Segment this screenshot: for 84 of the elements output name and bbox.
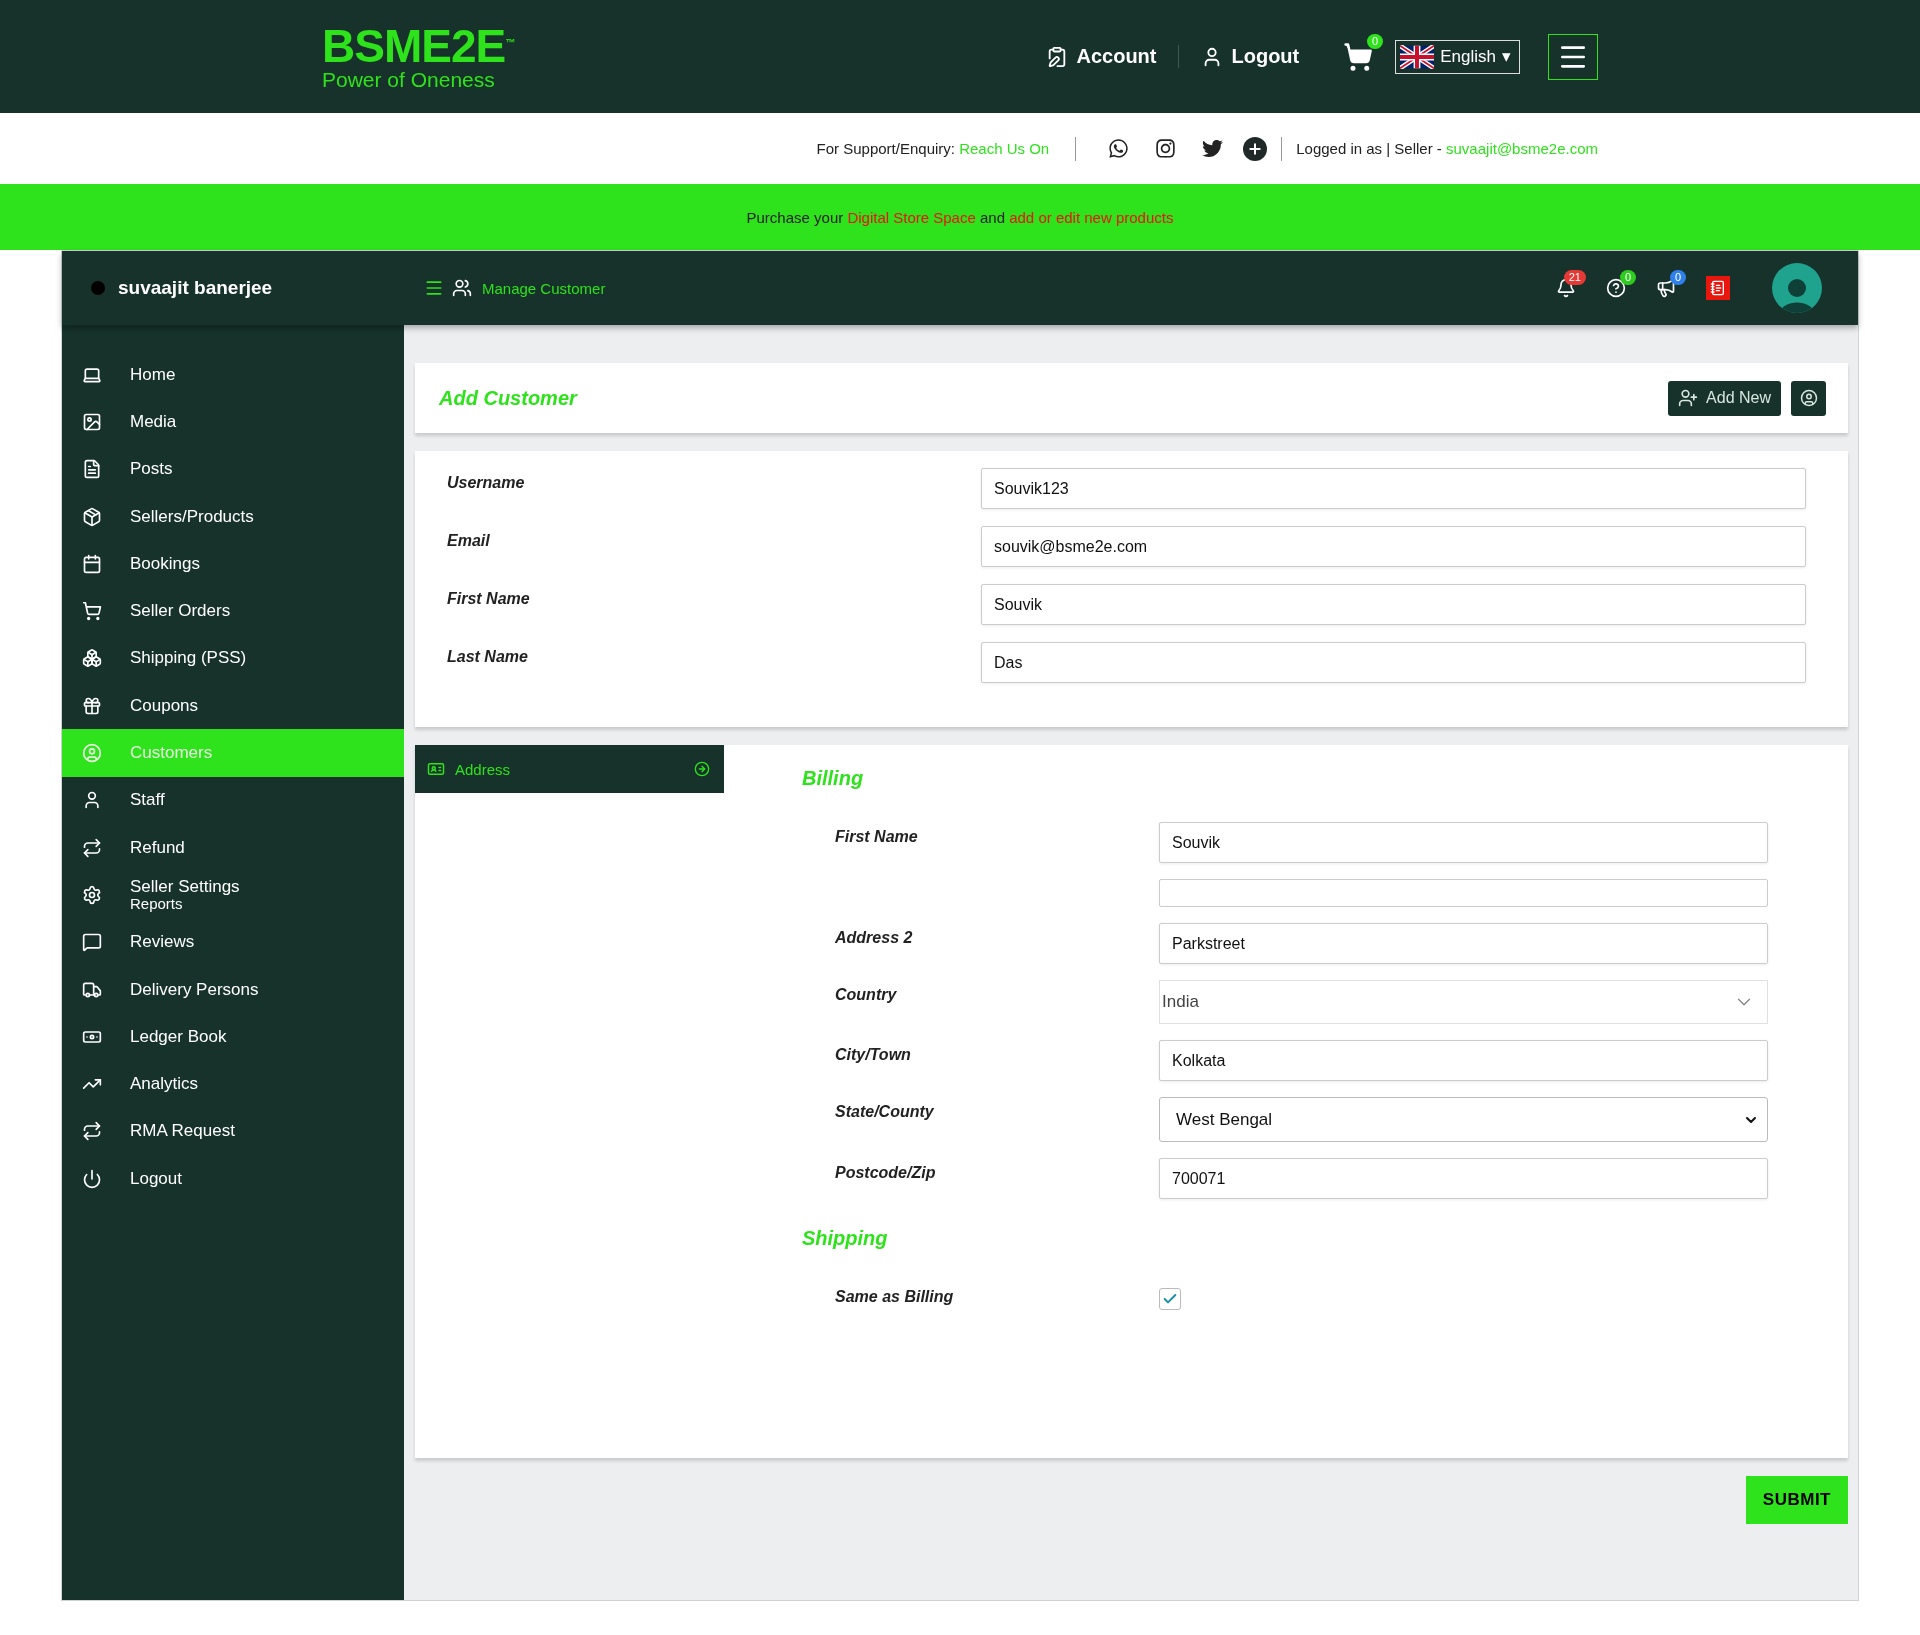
sidebar-item[interactable]: Refund	[62, 823, 404, 872]
promo-text: Purchase your Digital Store Space and add or edit new products	[746, 208, 1174, 226]
input-field[interactable]: 700071	[1159, 1158, 1768, 1199]
sidebar-item[interactable]: Bookings	[62, 540, 404, 588]
add-new-button[interactable]: Add New	[1668, 380, 1781, 416]
user-name: suvaajit banerjee	[118, 277, 274, 299]
menu-label: Reports	[130, 895, 183, 912]
count-badge: 21	[1563, 270, 1586, 286]
sidebar-item[interactable]: Home	[62, 351, 404, 399]
help-icon[interactable]	[1606, 278, 1626, 298]
sidebar-item[interactable]: Media	[62, 398, 404, 446]
field-label: Same as Billing	[835, 1288, 955, 1306]
input-field[interactable]: Kolkata	[1159, 1040, 1768, 1081]
sidebar-item[interactable]: Seller Settings Reports	[62, 871, 404, 919]
address-tab[interactable]: Address	[415, 745, 724, 793]
sidebar-item[interactable]: Ledger Book	[62, 1013, 404, 1061]
field-label: Address 2	[835, 928, 914, 947]
sidebar-item[interactable]: Logout	[62, 1155, 404, 1203]
field-label: City/Town	[835, 1045, 912, 1064]
cart-icon[interactable]	[1343, 41, 1374, 72]
camera-icon[interactable]	[1155, 138, 1177, 159]
menu-button[interactable]	[1548, 33, 1598, 80]
field-label: Username	[447, 473, 526, 492]
sidebar-item[interactable]: Seller Orders	[62, 587, 404, 635]
sidebar-item[interactable]: Analytics	[62, 1060, 404, 1108]
input-field[interactable]: souvik@bsme2e.com	[981, 526, 1806, 567]
country-dropdown[interactable]: India	[1159, 980, 1768, 1024]
nav-link[interactable]: Account	[1046, 45, 1180, 68]
megaphone-icon[interactable]	[1656, 278, 1676, 298]
menu-label: Seller Settings	[130, 878, 240, 896]
chat-bubble-icon[interactable]	[1108, 138, 1130, 159]
menu-icon[interactable]	[424, 278, 444, 298]
profile-button[interactable]	[1791, 380, 1826, 416]
id-card-icon	[427, 760, 445, 778]
sidebar-item[interactable]: Posts	[62, 445, 404, 493]
sidebar-item[interactable]: Delivery Persons	[62, 965, 404, 1014]
section-title: Billing	[802, 767, 865, 790]
sidebar-item[interactable]: RMA Request	[62, 1107, 404, 1156]
page-title: Add Customer	[439, 386, 577, 410]
arrow-circle-icon	[694, 761, 710, 777]
plus-icon[interactable]	[1243, 136, 1268, 161]
cart-icon	[82, 601, 104, 622]
section-title: Shipping	[802, 1227, 889, 1250]
field-label: First Name	[835, 827, 919, 846]
input-field[interactable]: Souvik	[981, 584, 1806, 625]
speech-bubble-icon	[82, 932, 104, 953]
state-dropdown[interactable]: West Bengal	[1159, 1097, 1768, 1142]
count-badge: 0	[1619, 270, 1636, 286]
breadcrumb-link[interactable]: Manage Customer	[482, 279, 606, 297]
flag-icon	[1400, 44, 1435, 69]
support-text: For Support/Enquiry: Reach Us On	[816, 140, 1050, 157]
user-plus-icon	[1678, 388, 1699, 408]
field-label: Postcode/Zip	[835, 1163, 937, 1182]
logged-in-text: Logged in as | Seller - suvaajit@bsme2e.com	[1296, 140, 1598, 157]
sidebar-item[interactable]: Reviews	[62, 918, 404, 966]
boxes-icon	[82, 648, 104, 669]
nav-link[interactable]: Logout	[1201, 45, 1322, 68]
input-field[interactable]: Parkstreet	[1159, 923, 1768, 964]
field-label: Email	[447, 531, 491, 550]
field-label: Last Name	[447, 647, 529, 666]
avatar[interactable]	[1772, 263, 1822, 313]
logo-icon	[90, 280, 106, 296]
field-label: First Name	[447, 589, 531, 608]
submit-button[interactable]: SUBMIT	[1745, 1476, 1848, 1524]
sidebar-item[interactable]: Shipping (PSS)	[62, 634, 404, 683]
input-field[interactable]: Souvik	[1159, 822, 1768, 863]
language-selector[interactable]: English ▾	[1395, 39, 1520, 74]
input-field[interactable]: Das	[981, 642, 1806, 683]
field-label: State/County	[835, 1102, 935, 1121]
field-label: Country	[835, 985, 898, 1004]
input-field[interactable]	[1159, 879, 1768, 907]
count-badge: 0	[1367, 33, 1384, 49]
users-icon	[452, 278, 472, 298]
checkbox[interactable]	[1159, 1288, 1181, 1310]
count-badge: 0	[1669, 270, 1686, 286]
brand-logo[interactable]: BSME2E$^{™}$ Power of Oneness	[322, 23, 515, 90]
sidebar-item[interactable]: Staff	[62, 776, 404, 824]
sidebar-item[interactable]: Sellers/Products	[62, 492, 404, 541]
bird-icon[interactable]	[1202, 138, 1224, 159]
input-field[interactable]: Souvik123	[981, 468, 1806, 509]
user-circle-icon	[82, 743, 104, 763]
notebook-icon[interactable]	[1706, 276, 1730, 300]
sidebar-item[interactable]: Coupons	[62, 682, 404, 730]
user-circle-icon	[1799, 389, 1818, 407]
